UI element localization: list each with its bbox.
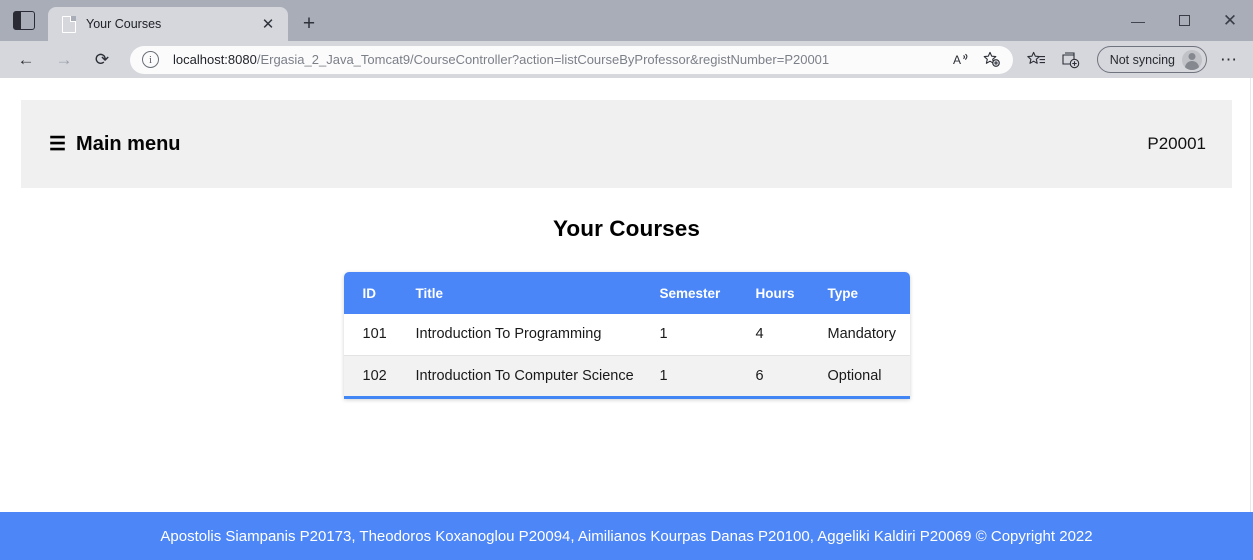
cell-id: 101 xyxy=(362,326,387,343)
column-header-id: ID xyxy=(362,286,377,301)
maximize-icon xyxy=(1178,15,1190,26)
sync-status-label: Not syncing xyxy=(1109,52,1175,67)
footer-text: Apostolis Siampanis P20173, Theodoros Ko… xyxy=(160,527,1093,545)
profile-button[interactable]: Not syncing xyxy=(1096,46,1207,73)
close-window-button[interactable]: ✕ xyxy=(1207,0,1253,41)
column-header-semester: Semester xyxy=(659,286,721,301)
add-favorite-icon[interactable] xyxy=(977,47,1007,73)
url-path: /Ergasia_2_Java_Tomcat9/CourseController… xyxy=(256,52,830,67)
maximize-button[interactable] xyxy=(1161,0,1207,41)
back-button[interactable]: ← xyxy=(8,45,44,75)
cell-title: Introduction To Computer Science xyxy=(415,354,660,396)
column-header-hours: Hours xyxy=(755,286,795,301)
read-aloud-glyph: A xyxy=(953,53,968,67)
collections-button[interactable] xyxy=(1055,45,1087,75)
cell-title: Introduction To Programming xyxy=(415,326,602,343)
url-host: localhost:8080 xyxy=(173,52,257,67)
read-aloud-icon[interactable]: A xyxy=(947,47,977,73)
browser-window: Your Courses ✕ + — ✕ ← → ⟳ i localhost:8… xyxy=(0,0,1253,560)
tab-actions-button[interactable] xyxy=(0,0,48,41)
page-viewport: ☰ Main menu P20001 Your Courses ID Title… xyxy=(0,78,1253,560)
page-title: Your Courses xyxy=(552,216,701,241)
site-navbar: ☰ Main menu P20001 xyxy=(21,100,1232,188)
regist-number: P20001 xyxy=(1147,134,1206,153)
brand-label: Main menu xyxy=(76,132,181,155)
close-icon[interactable]: ✕ xyxy=(256,12,280,36)
site-footer: Apostolis Siampanis P20173, Theodoros Ko… xyxy=(0,512,1253,560)
table-row[interactable]: 101 Introduction To Programming 1 4 Mand… xyxy=(343,314,910,355)
table-head: ID Title Semester Hours Type xyxy=(343,272,910,314)
collections-icon xyxy=(1062,51,1079,68)
page-content: ☰ Main menu P20001 Your Courses ID Title… xyxy=(21,100,1232,399)
tab-list-icon xyxy=(13,11,35,30)
cell-type: Optional xyxy=(827,354,910,396)
window-controls: — ✕ xyxy=(1115,0,1253,41)
hamburger-icon: ☰ xyxy=(49,133,67,155)
address-bar-text: localhost:8080/Ergasia_2_Java_Tomcat9/Co… xyxy=(173,52,947,67)
courses-table-wrapper: ID Title Semester Hours Type 101 Introdu… xyxy=(343,272,910,399)
cell-semester: 1 xyxy=(659,354,756,396)
cell-id: 102 xyxy=(343,354,416,396)
tab-title: Your Courses xyxy=(86,17,162,31)
site-info-icon[interactable]: i xyxy=(142,51,159,68)
column-header-title: Title xyxy=(415,286,444,301)
page-icon xyxy=(62,15,76,33)
main-menu-link[interactable]: ☰ Main menu xyxy=(49,133,181,156)
minimize-button[interactable]: — xyxy=(1115,0,1161,41)
cell-hours: 4 xyxy=(755,326,764,343)
favorites-button[interactable] xyxy=(1021,45,1053,75)
new-tab-button[interactable]: + xyxy=(292,7,326,41)
browser-titlebar: Your Courses ✕ + — ✕ xyxy=(0,0,1253,41)
svg-text:A: A xyxy=(953,53,961,67)
table-row[interactable]: 102 Introduction To Computer Science 1 6… xyxy=(343,354,910,396)
courses-table: ID Title Semester Hours Type 101 Introdu… xyxy=(343,272,910,396)
table-body: 101 Introduction To Programming 1 4 Mand… xyxy=(343,314,910,396)
cell-semester: 1 xyxy=(659,326,668,343)
browser-tab[interactable]: Your Courses ✕ xyxy=(48,7,288,41)
avatar xyxy=(1182,49,1202,70)
favorites-icon xyxy=(1027,51,1046,64)
address-bar[interactable]: i localhost:8080/Ergasia_2_Java_Tomcat9/… xyxy=(130,45,1013,74)
browser-toolbar: ← → ⟳ i localhost:8080/Ergasia_2_Java_To… xyxy=(0,41,1253,78)
column-header-type: Type xyxy=(827,286,859,301)
star-plus-glyph xyxy=(983,51,1000,67)
reload-button[interactable]: ⟳ xyxy=(84,45,120,75)
cell-type: Mandatory xyxy=(827,326,897,343)
settings-and-more-button[interactable]: ⋯ xyxy=(1213,45,1245,75)
table-header-row: ID Title Semester Hours Type xyxy=(343,272,910,314)
cell-hours: 6 xyxy=(755,354,828,396)
forward-button[interactable]: → xyxy=(46,45,82,75)
